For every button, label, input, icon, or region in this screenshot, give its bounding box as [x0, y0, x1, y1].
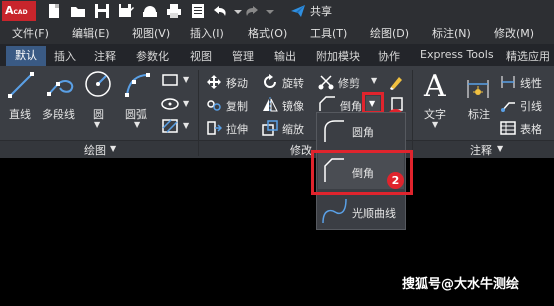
dimension-tool-label[interactable]: 标注: [468, 106, 490, 122]
move-icon[interactable]: [206, 74, 222, 90]
rectangle-icon[interactable]: [160, 72, 180, 88]
text-icon[interactable]: A: [424, 72, 446, 102]
mirror-icon[interactable]: [262, 97, 278, 113]
tab-addins[interactable]: 附加模块: [316, 48, 360, 64]
blend-curves-icon: [320, 196, 350, 226]
dropdown-item-blend-curves-label: 光顺曲线: [352, 207, 396, 220]
step-badge-2: 2: [387, 172, 404, 189]
linear-tool-label[interactable]: 线性: [520, 75, 542, 91]
copy-tool-label[interactable]: 复制: [226, 98, 248, 114]
leader-tool-label[interactable]: 引线: [520, 98, 542, 114]
menu-modify[interactable]: 修改(M): [494, 25, 534, 41]
dimension-icon[interactable]: [464, 72, 492, 100]
tab-manage[interactable]: 管理: [232, 48, 254, 64]
text-dropdown-icon[interactable]: ▼: [432, 120, 438, 129]
stretch-icon[interactable]: [206, 120, 222, 136]
table-icon[interactable]: [500, 120, 516, 136]
app-logo[interactable]: ACAD: [2, 1, 36, 21]
annotate-panel-footer[interactable]: 注释: [470, 142, 492, 158]
open-folder-icon[interactable]: [70, 3, 86, 19]
rotate-icon[interactable]: [262, 74, 278, 90]
tab-insert[interactable]: 插入: [54, 48, 76, 64]
tab-view[interactable]: 视图: [190, 48, 212, 64]
erase-icon[interactable]: [388, 74, 404, 90]
menu-insert[interactable]: 插入(I): [190, 25, 224, 41]
tab-annotate[interactable]: 注释: [94, 48, 116, 64]
menu-view[interactable]: 视图(V): [132, 25, 170, 41]
panel-divider: [412, 70, 413, 156]
trim-dropdown-icon[interactable]: ▼: [371, 76, 377, 85]
linear-dim-icon[interactable]: [500, 74, 516, 90]
tab-express-tools[interactable]: Express Tools: [420, 48, 494, 61]
tab-featured-apps[interactable]: 精选应用: [506, 48, 550, 64]
scale-tool-label[interactable]: 缩放: [282, 121, 304, 137]
chamfer-icon[interactable]: [318, 96, 336, 112]
mirror-tool-label[interactable]: 镜像: [282, 98, 304, 114]
tab-collaborate[interactable]: 协作: [378, 48, 400, 64]
web-mobile-icon[interactable]: [142, 3, 158, 19]
share-label[interactable]: 共享: [310, 3, 332, 19]
line-tool-label[interactable]: 直线: [9, 106, 31, 122]
rectangle-dropdown-icon[interactable]: ▼: [183, 75, 189, 84]
stretch-tool-label[interactable]: 拉伸: [226, 121, 248, 137]
leader-icon[interactable]: [500, 97, 516, 113]
menu-edit[interactable]: 编辑(E): [72, 25, 110, 41]
ellipse-icon[interactable]: [160, 96, 180, 112]
share-send-icon[interactable]: [290, 3, 306, 19]
menu-draw[interactable]: 绘图(D): [370, 25, 409, 41]
chamfer-arrow-highlight: [362, 92, 384, 114]
ellipse-dropdown-icon[interactable]: ▼: [183, 99, 189, 108]
arc-dropdown-icon[interactable]: ▼: [134, 120, 140, 129]
modify-panel-footer[interactable]: 修改: [290, 142, 312, 158]
logo-letter: A: [5, 4, 14, 17]
rotate-tool-label[interactable]: 旋转: [282, 75, 304, 91]
save-as-icon[interactable]: [118, 3, 134, 19]
polyline-tool-label[interactable]: 多段线: [42, 106, 75, 122]
save-icon[interactable]: [94, 3, 110, 19]
menu-tools[interactable]: 工具(T): [310, 25, 347, 41]
fillet-icon: [322, 118, 346, 144]
copy-icon[interactable]: [206, 97, 222, 113]
trim-icon[interactable]: [318, 74, 334, 90]
redo-dropdown-icon[interactable]: [262, 3, 278, 19]
hatch-dropdown-icon[interactable]: ▼: [183, 121, 189, 130]
draw-panel-expand-icon[interactable]: ▼: [110, 144, 116, 153]
panel-divider: [198, 70, 199, 156]
menu-dimension[interactable]: 标注(N): [432, 25, 471, 41]
line-icon[interactable]: [8, 72, 34, 98]
circle-icon[interactable]: [84, 70, 112, 98]
move-tool-label[interactable]: 移动: [226, 75, 248, 91]
arc-icon[interactable]: [124, 72, 152, 98]
tab-output[interactable]: 输出: [274, 48, 296, 64]
menu-format[interactable]: 格式(O): [248, 25, 287, 41]
logo-sub: CAD: [13, 9, 28, 16]
draw-panel-footer[interactable]: 绘图: [84, 142, 106, 158]
dropdown-item-fillet-label: 圆角: [352, 126, 374, 139]
undo-icon[interactable]: [212, 3, 228, 19]
annotate-panel-expand-icon[interactable]: ▼: [497, 144, 503, 153]
scale-icon[interactable]: [262, 120, 278, 136]
redo-icon[interactable]: [244, 3, 260, 19]
menu-file[interactable]: 文件(F): [12, 25, 49, 41]
plot-preview-icon[interactable]: [190, 3, 206, 19]
trim-tool-label[interactable]: 修剪: [338, 75, 360, 91]
table-tool-label[interactable]: 表格: [520, 121, 542, 137]
polyline-icon[interactable]: [46, 72, 76, 98]
tab-default[interactable]: 默认: [6, 46, 46, 66]
circle-dropdown-icon[interactable]: ▼: [94, 120, 100, 129]
new-file-icon[interactable]: [46, 3, 62, 19]
hatch-icon[interactable]: [160, 118, 180, 134]
plot-print-icon[interactable]: [166, 3, 182, 19]
tab-parametric[interactable]: 参数化: [136, 48, 169, 64]
watermark: 搜狐号@大水牛测绘: [402, 277, 520, 292]
